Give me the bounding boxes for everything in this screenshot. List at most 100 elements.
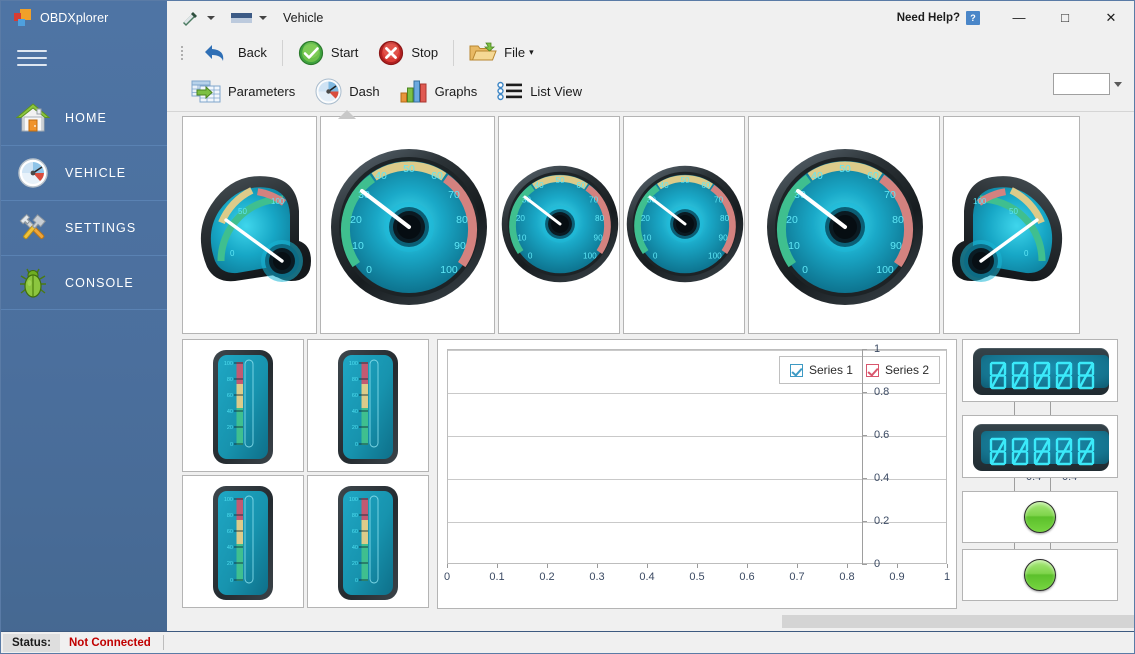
chart-x-axis: 0 0.1 0.2 0.3 0.4 0.5 0.6 0.7 0.8 0.9 1 <box>443 564 950 594</box>
x-tick <box>697 564 698 568</box>
vgauge-panel-2[interactable]: 100 80 60 40 20 0 <box>307 339 429 472</box>
vertical-gauge-1: 100 80 60 40 20 0 <box>212 349 274 470</box>
round-gauge-small-1: 01020 304050 607080 90100 <box>501 154 619 294</box>
chart-legend: Series 1 Series 2 <box>778 356 940 384</box>
status-value: Not Connected <box>68 636 151 649</box>
gauge-panel-5[interactable]: 01020 304050 607080 90100 <box>748 116 940 334</box>
legend-label: Series 1 <box>808 363 853 377</box>
legend-item-series-1[interactable]: Series 1 <box>789 363 853 377</box>
quick-access-caret-icon[interactable] <box>207 15 215 20</box>
svg-text:100: 100 <box>440 264 458 276</box>
series-1-checkbox[interactable] <box>789 363 803 377</box>
led-panel-1[interactable] <box>962 491 1118 543</box>
svg-text:60: 60 <box>701 181 711 190</box>
ribbon-combo-input[interactable] <box>1053 73 1110 95</box>
sidebar-item-home[interactable]: HOME <box>1 90 167 145</box>
lcd-screen <box>981 355 1109 390</box>
tab-parameters[interactable]: Parameters <box>181 74 305 108</box>
help-button[interactable]: ? <box>966 10 980 25</box>
window-menu-caret-icon[interactable] <box>259 15 267 20</box>
round-gauge-large-2: 01020 304050 607080 90100 <box>766 136 924 318</box>
round-gauge-large-1: 01020 304050 607080 90100 <box>330 136 488 318</box>
x-tick-label: 0.3 <box>589 571 605 583</box>
wrench-hammer-icon <box>15 210 51 246</box>
status-bar: Status: Not Connected <box>1 631 1134 653</box>
svg-text:0: 0 <box>355 578 358 584</box>
sidebar-item-vehicle[interactable]: VEHICLE <box>1 145 167 200</box>
tab-list-view[interactable]: List View <box>487 74 592 108</box>
svg-text:0: 0 <box>230 249 235 258</box>
svg-text:60: 60 <box>352 529 358 535</box>
svg-text:90: 90 <box>719 233 729 242</box>
stop-button[interactable]: Stop <box>368 36 448 70</box>
tab-graphs[interactable]: Graphs <box>390 74 488 108</box>
y-tick <box>862 349 867 350</box>
title-bar: Vehicle Need Help? ? — □ ✕ <box>167 1 1134 34</box>
vertical-gauge-4: 100 80 60 40 20 0 <box>337 485 399 606</box>
x-tick <box>947 564 948 568</box>
window-menu-icon[interactable] <box>231 12 252 24</box>
folder-icon <box>469 42 497 60</box>
svg-text:60: 60 <box>576 181 586 190</box>
x-tick <box>797 564 798 568</box>
sidebar-nav: HOME VEHICLE SETTINGS CONSOLE <box>1 90 167 310</box>
dash-gauge-icon <box>315 78 342 104</box>
vgauge-panel-3[interactable]: 100 80 60 40 20 0 <box>182 475 304 608</box>
lcd-panel-2[interactable] <box>962 415 1118 478</box>
lcd-panel-1[interactable] <box>962 339 1118 402</box>
svg-text:20: 20 <box>352 561 358 567</box>
minimize-button[interactable]: — <box>996 2 1042 33</box>
start-button[interactable]: Start <box>288 36 368 70</box>
active-tab-notch <box>338 110 357 119</box>
vgauge-panel-1[interactable]: 100 80 60 40 20 0 <box>182 339 304 472</box>
maximize-button[interactable]: □ <box>1042 2 1088 33</box>
lcd-screen <box>981 431 1109 466</box>
status-label: Status: <box>3 633 60 652</box>
vgauge-panel-4[interactable]: 100 80 60 40 20 0 <box>307 475 429 608</box>
y-tick <box>862 435 867 436</box>
x-tick <box>897 564 898 568</box>
svg-text:20: 20 <box>786 214 798 226</box>
close-button[interactable]: ✕ <box>1088 2 1134 33</box>
quarter-gauge-right: 0 50 100 <box>948 149 1078 304</box>
svg-text:20: 20 <box>516 214 526 223</box>
svg-text:70: 70 <box>714 195 724 204</box>
gauge-panel-2[interactable]: 01020 304050 607080 90100 <box>320 116 495 334</box>
gauge-panel-3[interactable]: 01020 304050 607080 90100 <box>498 116 620 334</box>
x-tick-label: 0.5 <box>689 571 705 583</box>
sidebar-item-console[interactable]: CONSOLE <box>1 255 167 310</box>
svg-text:40: 40 <box>227 545 233 551</box>
status-divider <box>162 635 164 650</box>
main-area: Vehicle Need Help? ? — □ ✕ Back Start St… <box>167 1 1134 653</box>
svg-text:0: 0 <box>355 442 358 448</box>
quick-access-tool-icon[interactable] <box>181 10 199 26</box>
led-panel-2[interactable] <box>962 549 1118 601</box>
gauge-panel-1[interactable]: 0 50 100 <box>182 116 317 334</box>
app-logo-icon <box>14 9 31 26</box>
gauge-panel-4[interactable]: 01020 304050 607080 90100 <box>623 116 745 334</box>
tab-dash[interactable]: Dash <box>305 74 389 119</box>
x-tick-label: 0 <box>443 571 451 583</box>
back-button[interactable]: Back <box>191 36 277 70</box>
svg-text:40: 40 <box>535 181 545 190</box>
svg-text:100: 100 <box>583 251 597 260</box>
svg-text:20: 20 <box>227 425 233 431</box>
svg-text:0: 0 <box>802 264 808 276</box>
status-led-1 <box>1024 501 1056 533</box>
svg-text:80: 80 <box>227 513 233 519</box>
back-button-label: Back <box>238 45 267 60</box>
file-button[interactable]: File ▾ <box>459 36 543 70</box>
sidebar-item-label: HOME <box>65 110 107 125</box>
svg-text:50: 50 <box>238 207 247 216</box>
horizontal-scrollbar[interactable] <box>782 615 1134 628</box>
svg-text:80: 80 <box>892 214 904 226</box>
svg-text:100: 100 <box>224 497 233 503</box>
svg-text:100: 100 <box>349 361 358 367</box>
svg-text:100: 100 <box>708 251 722 260</box>
sidebar-item-settings[interactable]: SETTINGS <box>1 200 167 255</box>
y-tick-label: 0.8 <box>874 386 890 398</box>
chevron-down-icon[interactable] <box>1114 81 1122 87</box>
chart-panel[interactable]: Series 1 Series 2 0 0.1 0.2 0.3 0.4 0.5 … <box>437 339 957 609</box>
hamburger-icon[interactable] <box>17 47 47 69</box>
gauge-panel-6[interactable]: 0 50 100 <box>943 116 1080 334</box>
